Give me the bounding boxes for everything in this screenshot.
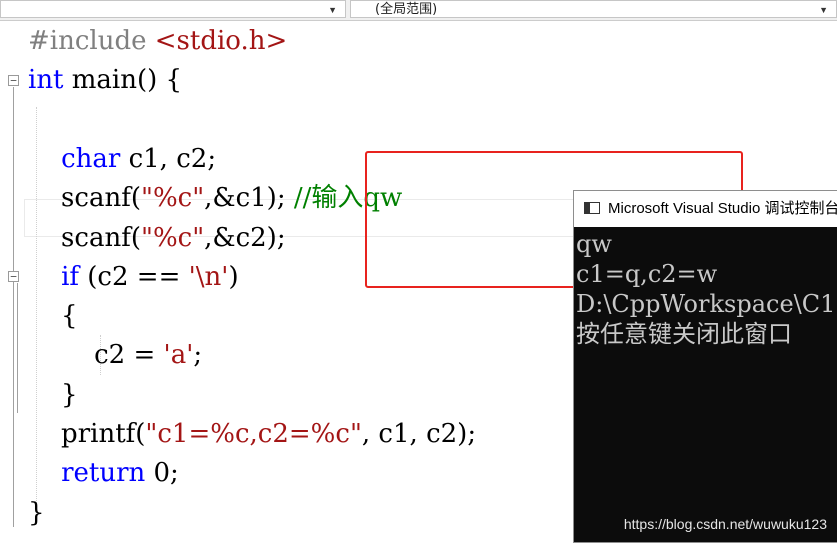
watermark: https://blog.csdn.net/wuwuku123 bbox=[623, 516, 827, 532]
code-token: main() { bbox=[63, 65, 183, 96]
debug-console-window[interactable]: Microsoft Visual Studio 调试控制台 qw c1=q,c2… bbox=[573, 190, 837, 543]
code-line[interactable]: printf("c1=%c,c2=%c", c1, c2); bbox=[28, 414, 476, 454]
code-token: } bbox=[28, 497, 45, 528]
code-token: 0; bbox=[145, 458, 179, 489]
console-line: 按任意键关闭此窗口 bbox=[576, 320, 792, 348]
code-token: scanf( bbox=[28, 183, 141, 214]
code-token: ,&c2); bbox=[204, 222, 286, 253]
preprocessor-token: #include bbox=[28, 26, 155, 56]
keyword-token: return bbox=[61, 458, 146, 489]
scope-dropdown-right-value: (全局范围) bbox=[375, 2, 438, 17]
code-line[interactable]: { bbox=[28, 296, 78, 336]
console-title: Microsoft Visual Studio 调试控制台 bbox=[608, 200, 837, 217]
string-token: <stdio.h> bbox=[154, 26, 288, 56]
console-line: D:\CppWorkspace\C1 bbox=[576, 290, 836, 318]
chevron-down-icon[interactable]: ▼ bbox=[328, 2, 337, 18]
keyword-token: if bbox=[61, 261, 80, 292]
console-title-bar[interactable]: Microsoft Visual Studio 调试控制台 bbox=[574, 191, 837, 227]
code-line[interactable]: #include <stdio.h> bbox=[28, 21, 287, 61]
code-token: ) bbox=[228, 261, 239, 292]
string-token: "c1=%c,c2=%c" bbox=[145, 419, 362, 449]
console-window-icon bbox=[584, 202, 600, 214]
code-line[interactable]: char c1, c2; bbox=[28, 139, 216, 179]
code-line[interactable]: } bbox=[28, 375, 78, 415]
keyword-token: char bbox=[61, 143, 121, 174]
string-token: "%c" bbox=[140, 222, 205, 253]
navigation-bar: ▼ (全局范围) ▼ bbox=[0, 0, 837, 21]
fold-region-line bbox=[17, 283, 18, 413]
code-token: } bbox=[28, 379, 78, 410]
code-line[interactable]: } bbox=[28, 493, 45, 533]
collapse-main-icon[interactable]: − bbox=[8, 75, 19, 86]
string-token: 'a' bbox=[163, 340, 194, 371]
code-token: ,&c1); bbox=[204, 183, 294, 214]
fold-region-line bbox=[13, 87, 14, 527]
code-line[interactable]: scanf("%c",&c1); //输入qw bbox=[28, 178, 402, 218]
string-token: "%c" bbox=[140, 183, 205, 214]
console-line: c1=q,c2=w bbox=[576, 260, 718, 288]
code-token: c2 = bbox=[28, 340, 164, 371]
code-token: (c2 == bbox=[79, 261, 189, 292]
console-output: qw c1=q,c2=w D:\CppWorkspace\C1 按任意键关闭此窗… bbox=[574, 229, 837, 349]
code-line[interactable]: return 0; bbox=[28, 453, 179, 493]
console-line: qw bbox=[576, 230, 612, 258]
code-line[interactable]: scanf("%c",&c2); bbox=[28, 218, 286, 258]
code-token: , c1, c2); bbox=[361, 419, 477, 449]
code-line[interactable]: if (c2 == '\n') bbox=[28, 257, 239, 297]
code-line[interactable]: c2 = 'a'; bbox=[28, 335, 202, 375]
code-token: { bbox=[28, 301, 78, 332]
code-token: printf( bbox=[28, 419, 146, 449]
code-token: ; bbox=[193, 340, 203, 371]
keyword-token: int bbox=[28, 65, 64, 96]
code-line[interactable]: int main() { bbox=[28, 60, 182, 100]
collapse-if-icon[interactable]: − bbox=[8, 271, 19, 282]
string-token: '\n' bbox=[188, 261, 229, 292]
chevron-down-icon[interactable]: ▼ bbox=[819, 2, 828, 18]
code-token: scanf( bbox=[28, 222, 141, 253]
code-token: c1, c2; bbox=[120, 143, 217, 174]
scope-dropdown-right[interactable]: (全局范围) ▼ bbox=[350, 0, 837, 18]
scope-dropdown-left[interactable]: ▼ bbox=[0, 0, 346, 18]
